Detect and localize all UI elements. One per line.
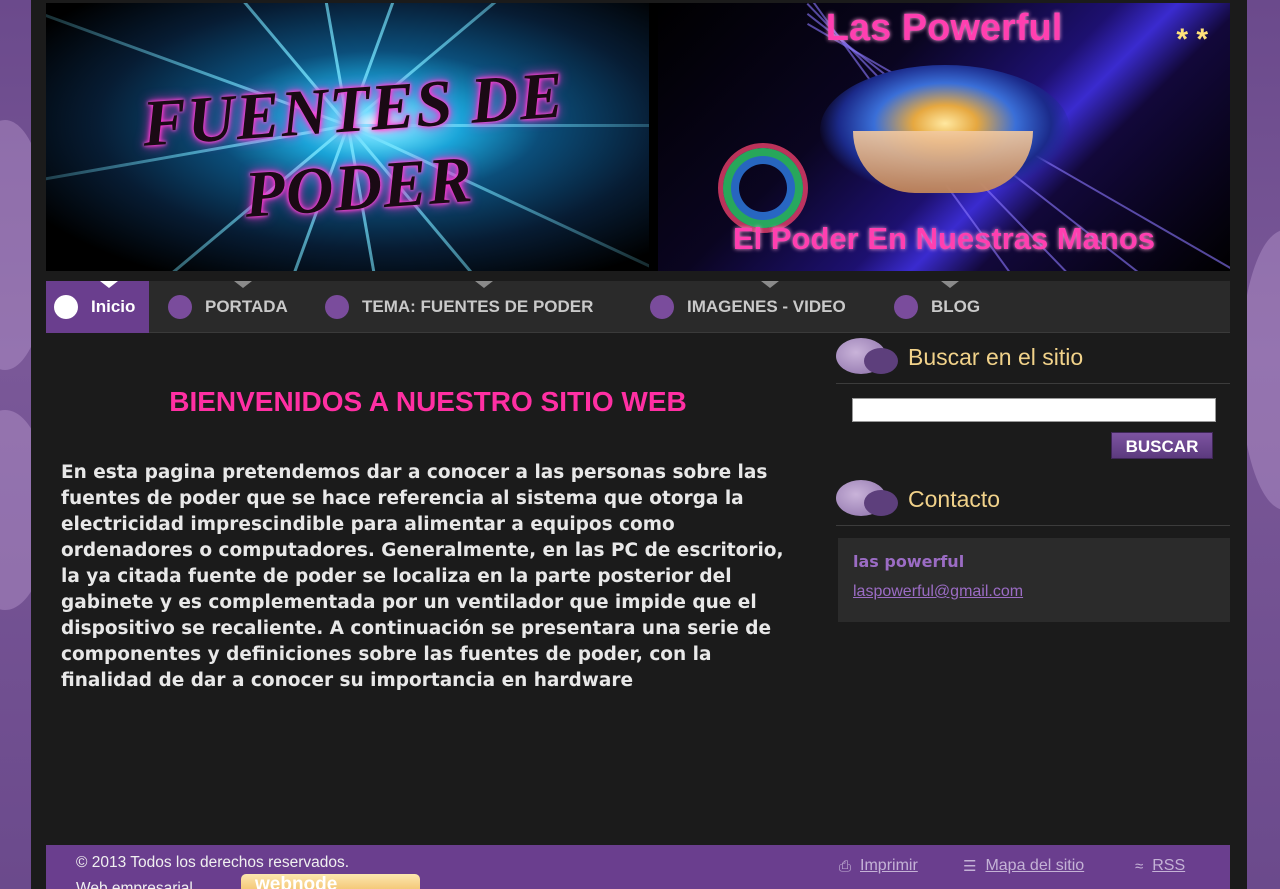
printer-icon: ⎙ [839, 857, 852, 875]
rss-link[interactable]: ≈ RSS [1135, 857, 1185, 875]
nav-item-label: BLOG [931, 297, 981, 316]
nav-dot-icon [168, 295, 192, 319]
contact-box: las powerful laspowerful@gmail.com [838, 538, 1230, 622]
contact-email-link[interactable]: laspowerful@gmail.com [853, 583, 1023, 601]
nav-item-tema[interactable]: TEMA: FUENTES DE PODER [325, 281, 593, 333]
nav-item-blog[interactable]: BLOG [894, 281, 980, 333]
print-link[interactable]: ⎙ Imprimir [839, 857, 918, 875]
nav-item-label: TEMA: FUENTES DE PODER [362, 297, 594, 316]
site-header: FUENTES DE PODER Las Powerful * * El Pod… [46, 3, 1230, 271]
search-heading-label: Buscar en el sitio [908, 344, 1084, 370]
search-input[interactable] [852, 398, 1216, 422]
banner-title: FUENTES DE PODER [139, 58, 567, 232]
rss-icon: ≈ [1135, 857, 1144, 875]
nav-item-portada[interactable]: PORTADA [168, 281, 288, 333]
nav-item-label: Inicio [91, 297, 136, 316]
webnode-badge[interactable]: webnode [241, 874, 420, 889]
site-footer: © 2013 Todos los derechos reservados. We… [46, 845, 1230, 889]
contact-name: las powerful [853, 552, 965, 571]
sitemap-icon: ☰ [963, 858, 977, 875]
nav-item-imagenes-video[interactable]: IMAGENES - VIDEO [650, 281, 846, 333]
contact-heading: Contacto [836, 478, 1230, 526]
banner-right-image: Las Powerful * * El Poder En Nuestras Ma… [658, 3, 1230, 271]
welcome-title: BIENVENIDOS A NUESTRO SITIO WEB [169, 386, 687, 417]
page-container: FUENTES DE PODER Las Powerful * * El Pod… [31, 0, 1247, 889]
banner-left-image: FUENTES DE PODER [46, 3, 649, 271]
search-button[interactable]: BUSCAR [1111, 432, 1213, 459]
brand-name: Las Powerful [825, 7, 1063, 49]
swirl-graphic [718, 143, 808, 233]
nav-item-label: IMAGENES - VIDEO [687, 297, 846, 316]
slogan: El Poder En Nuestras Manos [732, 221, 1156, 256]
nav-item-label: PORTADA [205, 297, 288, 316]
nav-dot-icon [650, 295, 674, 319]
intro-paragraph: En esta pagina pretendemos dar a conocer… [61, 462, 784, 691]
nav-item-inicio[interactable]: Inicio [46, 281, 150, 333]
bubble-icon [864, 348, 898, 374]
nav-dot-icon [54, 295, 78, 319]
nav-dot-icon [894, 295, 918, 319]
main-navigation: Inicio PORTADA TEMA: FUENTES DE PODER IM… [46, 281, 1230, 333]
sitemap-link[interactable]: ☰ Mapa del sitio [963, 857, 1084, 875]
nav-dot-icon [325, 295, 349, 319]
copyright-text: © 2013 Todos los derechos reservados. [76, 854, 350, 871]
search-heading: Buscar en el sitio [836, 336, 1230, 384]
stars-decoration: * * [1176, 23, 1208, 56]
web-empresarial-text: Web empresarial [76, 880, 193, 889]
bubble-icon [864, 490, 898, 516]
contact-heading-label: Contacto [908, 486, 1001, 512]
